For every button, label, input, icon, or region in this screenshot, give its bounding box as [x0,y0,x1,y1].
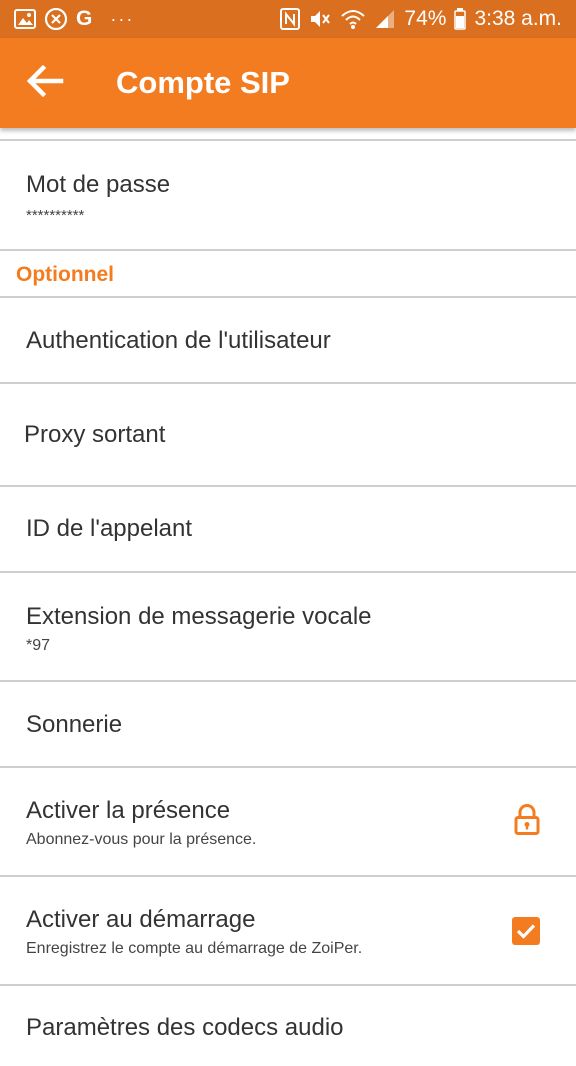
caller-id-title: ID de l'appelant [26,515,193,542]
presence-setting[interactable]: Activer la présence Abonnez-vous pour la… [0,768,576,875]
startup-setting[interactable]: Activer au démarrage Enregistrez le comp… [0,877,576,984]
ringtone-setting[interactable]: Sonnerie [0,682,576,766]
ringtone-title: Sonnerie [26,711,123,738]
image-icon [14,9,36,29]
outbound-proxy-setting[interactable]: Proxy sortant [0,384,576,485]
battery-icon [454,8,467,30]
cancel-circle-icon [44,7,68,31]
presence-title: Activer la présence [26,797,231,824]
signal-icon [374,8,396,30]
voicemail-title: Extension de messagerie vocale [26,603,372,630]
settings-list: Mot de passe ********** Optionnel Authen… [0,128,576,1066]
startup-title: Activer au démarrage [26,906,256,933]
password-title: Mot de passe [26,171,171,198]
clock: 3:38 a.m. [474,7,562,30]
battery-percent: 74% [404,7,447,30]
google-icon: G [76,7,93,30]
nfc-icon [280,8,301,30]
auth-user-setting[interactable]: Authentication de l'utilisateur [0,298,576,382]
startup-checkbox[interactable] [512,916,540,945]
wifi-icon [340,8,366,30]
presence-subtitle: Abonnez-vous pour la présence. [26,831,257,848]
password-value: ********** [26,207,85,224]
lock-icon [514,803,540,840]
password-setting[interactable]: Mot de passe ********** [0,141,576,249]
startup-subtitle: Enregistrez le compte au démarrage de Zo… [26,940,363,957]
app-bar: Compte SIP [0,38,576,128]
checkmark-icon [516,923,536,939]
mute-icon [308,8,332,30]
more-dots-icon: ··· [110,8,135,29]
auth-user-title: Authentication de l'utilisateur [26,327,331,354]
audio-codecs-title: Paramètres des codecs audio [26,1014,344,1041]
status-bar-right: 74% 3:38 a.m. [280,7,562,31]
back-button[interactable] [10,38,80,128]
voicemail-value: *97 [26,637,51,654]
status-bar: G ··· 74% 3:38 a.m. [0,0,576,38]
outbound-proxy-title: Proxy sortant [24,421,166,448]
status-bar-left: G ··· [14,7,134,31]
audio-codecs-setting[interactable]: Paramètres des codecs audio [0,986,576,1066]
page-title: Compte SIP [116,65,290,100]
caller-id-setting[interactable]: ID de l'appelant [0,487,576,571]
arrow-back-icon [26,64,64,102]
section-header-optional: Optionnel [16,263,114,286]
voicemail-setting[interactable]: Extension de messagerie vocale *97 [0,573,576,680]
